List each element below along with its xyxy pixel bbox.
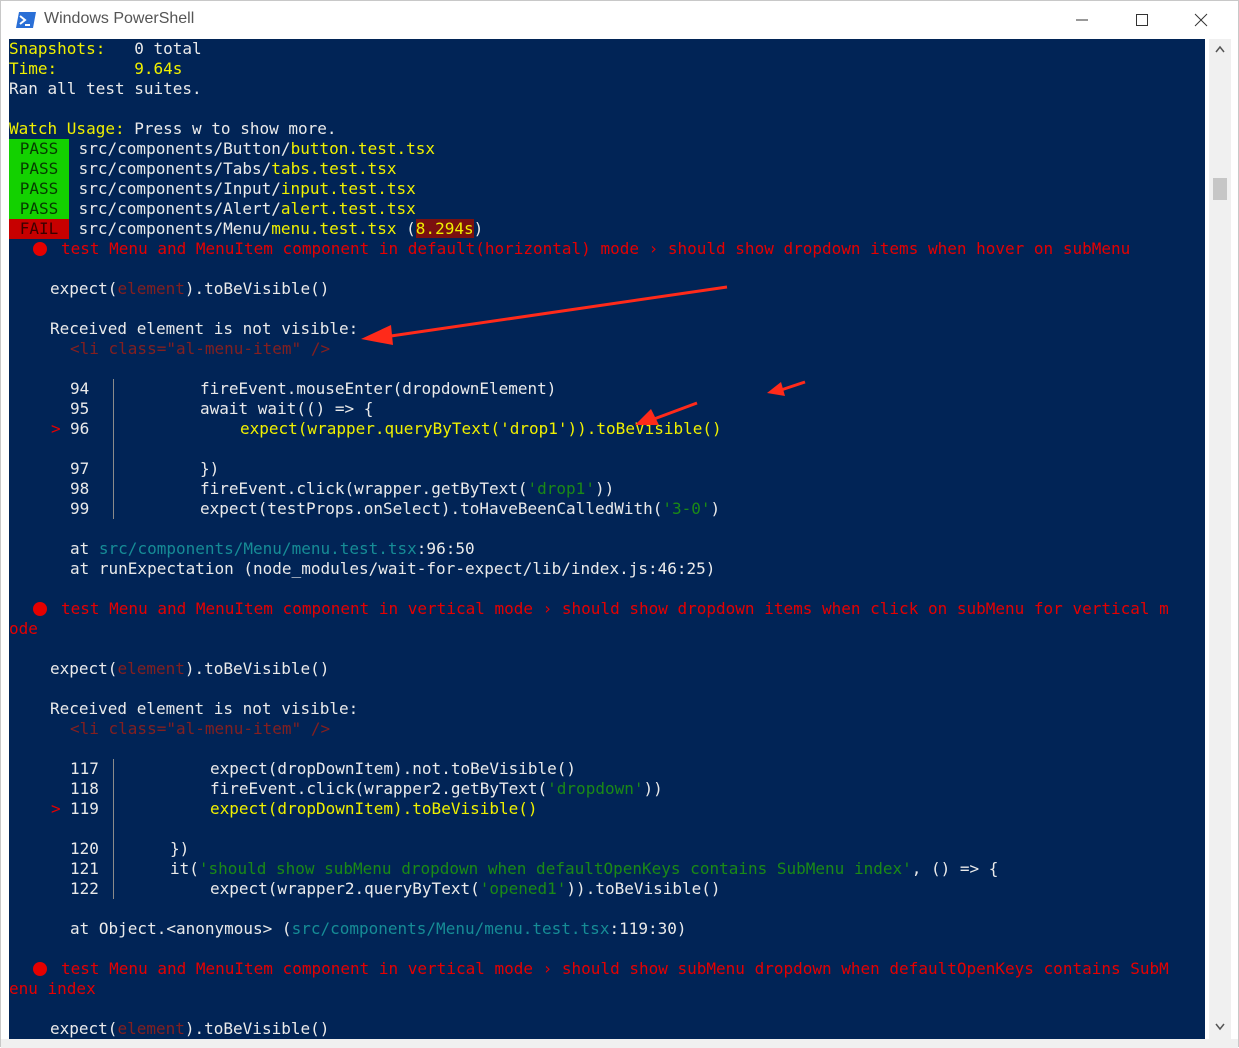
title-bar[interactable]: Windows PowerShell [1,1,1238,39]
window-title: Windows PowerShell [44,10,195,27]
minimize-icon [1076,19,1088,21]
powershell-window: Windows PowerShell Snapshots: 0 total Ti… [0,0,1239,1048]
powershell-icon [16,12,36,28]
close-icon [1194,13,1208,27]
minimize-button[interactable] [1052,1,1112,39]
scroll-up-icon[interactable] [1215,45,1225,53]
terminal-output[interactable]: Snapshots: 0 total Time: 9.64s Ran all t… [9,39,1205,1039]
maximize-icon [1136,14,1148,26]
close-button[interactable] [1171,1,1231,39]
scroll-down-icon[interactable] [1215,1023,1225,1031]
red-arrow-annotation [361,285,806,425]
scroll-thumb[interactable] [1213,178,1227,200]
maximize-button[interactable] [1112,1,1172,39]
vertical-scrollbar[interactable] [1209,39,1231,1039]
